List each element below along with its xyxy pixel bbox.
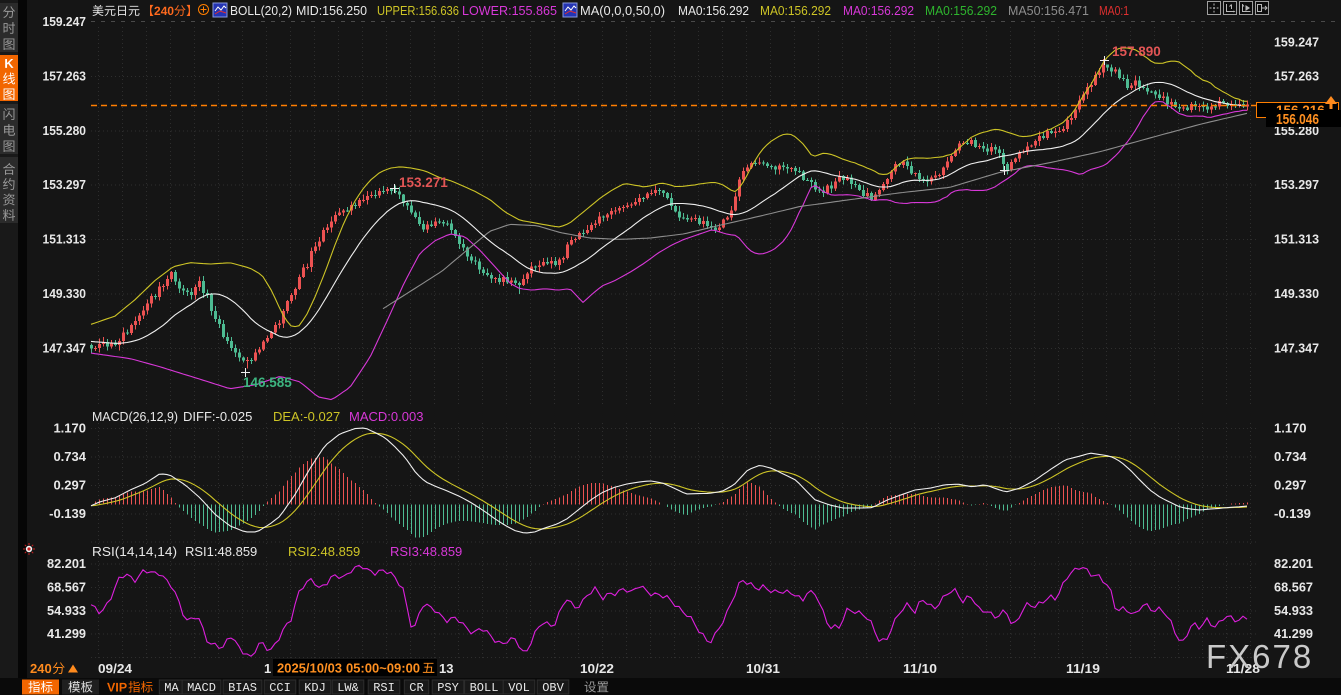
svg-text:DEA:-0.027: DEA:-0.027	[273, 409, 340, 424]
svg-text:MACD:0.003: MACD:0.003	[349, 409, 423, 424]
svg-text:RSI3:48.859: RSI3:48.859	[390, 544, 462, 559]
svg-text:0.297: 0.297	[53, 478, 86, 493]
svg-text:VOL: VOL	[508, 681, 530, 695]
svg-text:54.933: 54.933	[47, 603, 86, 618]
svg-text:157.263: 157.263	[1274, 69, 1319, 84]
svg-text:155.280: 155.280	[43, 123, 87, 138]
svg-text:09/24: 09/24	[98, 661, 133, 676]
svg-text:RSI1:48.859: RSI1:48.859	[185, 544, 257, 559]
svg-text:MA0:156.292: MA0:156.292	[760, 3, 831, 18]
svg-text:13: 13	[439, 661, 453, 676]
svg-text:0.297: 0.297	[1274, 478, 1307, 493]
svg-text:157.890: 157.890	[1112, 44, 1161, 59]
svg-text:82.201: 82.201	[1274, 556, 1313, 571]
svg-text:MA0:156.292: MA0:156.292	[925, 3, 997, 18]
svg-text:PSY: PSY	[437, 681, 459, 695]
svg-text:BOLL: BOLL	[470, 681, 499, 695]
svg-text:MID:156.250: MID:156.250	[296, 3, 367, 18]
svg-text:147.347: 147.347	[43, 341, 87, 356]
svg-text:MA0:156.292: MA0:156.292	[843, 3, 914, 18]
svg-text:149.330: 149.330	[1274, 286, 1319, 301]
svg-text:LOWER:155.865: LOWER:155.865	[462, 3, 557, 18]
svg-text:41.299: 41.299	[47, 626, 86, 641]
svg-text:0.734: 0.734	[53, 449, 86, 464]
svg-text:11/19: 11/19	[1066, 661, 1100, 676]
svg-text:RSI: RSI	[373, 681, 395, 695]
svg-text:153.271: 153.271	[399, 175, 448, 190]
svg-text:LW&: LW&	[337, 681, 359, 695]
svg-text:UPPER:156.636: UPPER:156.636	[377, 3, 459, 18]
svg-text:68.567: 68.567	[47, 579, 86, 594]
svg-text:1: 1	[264, 661, 271, 676]
svg-text:MA0:156.292: MA0:156.292	[678, 3, 749, 18]
svg-text:-0.139: -0.139	[1274, 506, 1311, 521]
svg-text:147.347: 147.347	[1274, 341, 1319, 356]
svg-text:1.170: 1.170	[1274, 421, 1307, 436]
svg-text:1.170: 1.170	[53, 421, 86, 436]
svg-text:151.313: 151.313	[43, 232, 87, 247]
svg-text:BOLL(20,2): BOLL(20,2)	[230, 3, 292, 18]
svg-text:82.201: 82.201	[47, 556, 86, 571]
svg-text:MA0:1: MA0:1	[1099, 3, 1129, 18]
svg-text:10/31: 10/31	[746, 661, 780, 676]
svg-text:156.046: 156.046	[1276, 112, 1319, 128]
svg-text:MACD: MACD	[187, 681, 216, 695]
svg-text:OBV: OBV	[542, 681, 564, 695]
svg-text:157.263: 157.263	[43, 69, 87, 84]
svg-text:MA50:156.471: MA50:156.471	[1008, 3, 1089, 18]
svg-text:0.734: 0.734	[1274, 449, 1307, 464]
svg-text:159.247: 159.247	[43, 14, 87, 29]
svg-text:KDJ: KDJ	[304, 681, 326, 695]
svg-text:11/10: 11/10	[903, 661, 937, 676]
svg-text:153.297: 153.297	[1274, 177, 1319, 192]
svg-text:10/22: 10/22	[580, 661, 614, 676]
svg-text:MA: MA	[164, 681, 179, 695]
svg-text:RSI2:48.859: RSI2:48.859	[288, 544, 360, 559]
svg-text:54.933: 54.933	[1274, 603, 1313, 618]
svg-text:MACD(26,12,9): MACD(26,12,9)	[92, 409, 178, 424]
svg-text:153.297: 153.297	[43, 177, 87, 192]
svg-text:CCI: CCI	[269, 681, 291, 695]
svg-text:151.313: 151.313	[1274, 232, 1319, 247]
svg-text:159.247: 159.247	[1274, 35, 1319, 50]
svg-text:CR: CR	[409, 681, 423, 695]
svg-text:149.330: 149.330	[43, 286, 87, 301]
svg-text:MA(0,0,0,50,0): MA(0,0,0,50,0)	[580, 3, 665, 18]
svg-text:146.585: 146.585	[243, 375, 292, 390]
svg-text:-0.139: -0.139	[49, 506, 86, 521]
svg-text:68.567: 68.567	[1274, 579, 1313, 594]
svg-text:RSI(14,14,14): RSI(14,14,14)	[92, 544, 177, 559]
svg-text:FX678: FX678	[1206, 638, 1313, 675]
svg-text:BIAS: BIAS	[228, 681, 257, 695]
svg-text:DIFF:-0.025: DIFF:-0.025	[183, 409, 252, 424]
